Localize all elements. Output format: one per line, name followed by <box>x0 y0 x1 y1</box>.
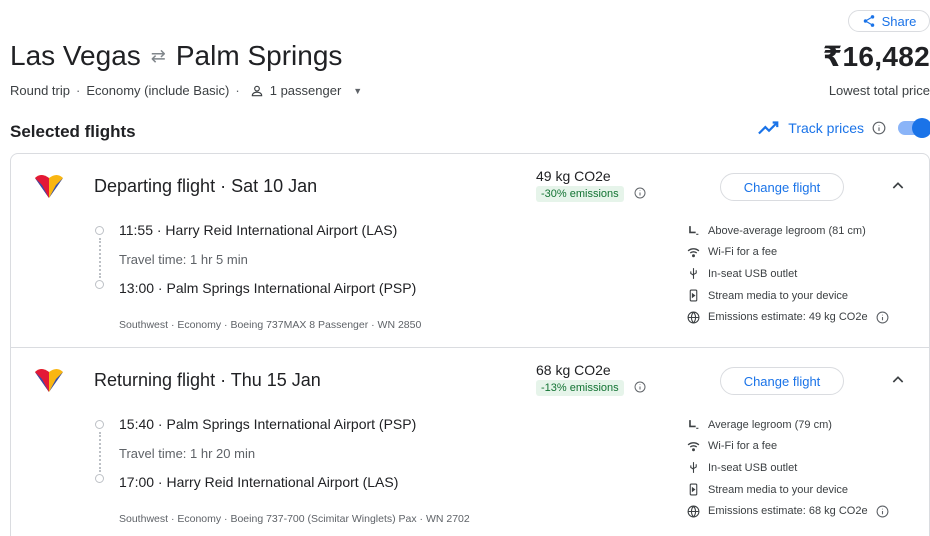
arrival-leg: 13:00 · Palm Springs International Airpo… <box>119 280 417 296</box>
emissions-badge: -13% emissions <box>536 380 624 396</box>
person-icon <box>251 85 262 96</box>
returning-flight-card: Returning flight · Thu 15 Jan 68 kg CO2e… <box>10 347 930 536</box>
co2-value: 68 kg CO2e <box>536 362 611 378</box>
departing-flight-card: Departing flight · Sat 10 Jan 49 kg CO2e… <box>10 153 930 348</box>
co2-value: 49 kg CO2e <box>536 168 611 184</box>
southwest-logo <box>35 175 63 198</box>
passenger-selector[interactable]: 1 passenger ▼ <box>246 83 362 98</box>
cabin-class: Economy (include Basic) <box>86 83 230 98</box>
stream-media-icon <box>689 483 698 496</box>
co2-block: 68 kg CO2e -13% emissions <box>536 362 646 396</box>
total-price: ₹16,482 <box>822 41 930 72</box>
amenity-emissions: Emissions estimate: 49 kg CO2e <box>687 306 889 328</box>
timeline-line <box>99 238 101 278</box>
destination-city: Palm Springs <box>175 40 343 71</box>
southwest-logo <box>35 369 63 392</box>
flight-details: Southwest · Economy · Boeing 737MAX 8 Pa… <box>119 319 422 331</box>
timeline-dot <box>95 226 104 235</box>
info-icon[interactable] <box>634 381 646 393</box>
trip-type: Round trip <box>10 83 70 98</box>
amenities-list: Above-average legroom (81 cm) Wi-Fi for … <box>687 220 889 328</box>
round-trip-arrow-icon: ⇄ <box>150 45 166 66</box>
trend-icon <box>758 121 779 135</box>
stream-media-icon <box>689 289 698 302</box>
amenity-legroom: Average legroom (79 cm) <box>687 414 889 436</box>
flight-details: Southwest · Economy · Boeing 737-700 (Sc… <box>119 513 470 525</box>
emissions-badge: -30% emissions <box>536 186 624 202</box>
usb-icon <box>690 462 697 474</box>
amenity-wifi: Wi-Fi for a fee <box>687 242 889 264</box>
wifi-icon <box>687 442 700 452</box>
chevron-up-icon[interactable] <box>890 372 906 388</box>
co2-block: 49 kg CO2e -30% emissions <box>536 168 646 202</box>
amenity-usb: In-seat USB outlet <box>687 457 889 479</box>
arrival-leg: 17:00 · Harry Reid International Airport… <box>119 474 399 490</box>
track-prices[interactable]: Track prices <box>758 118 930 138</box>
timeline-line <box>99 432 101 472</box>
flight-heading: Returning flight · Thu 15 Jan <box>94 370 321 390</box>
dropdown-caret-icon: ▼ <box>353 85 363 96</box>
info-icon[interactable] <box>872 121 886 135</box>
track-prices-label: Track prices <box>788 120 864 136</box>
amenity-emissions: Emissions estimate: 68 kg CO2e <box>687 500 889 522</box>
info-icon[interactable] <box>876 311 889 324</box>
legroom-icon <box>689 226 699 236</box>
passenger-count: 1 passenger <box>269 83 342 98</box>
globe-icon <box>687 505 700 518</box>
share-label: Share <box>881 13 917 29</box>
origin-city: Las Vegas <box>10 40 141 71</box>
info-icon[interactable] <box>876 505 889 518</box>
info-icon[interactable] <box>634 187 646 199</box>
wifi-icon <box>687 248 700 258</box>
globe-icon <box>687 311 700 324</box>
change-flight-button[interactable]: Change flight <box>720 367 844 395</box>
amenity-stream-media: Stream media to your device <box>687 479 889 501</box>
share-button[interactable]: Share <box>848 10 930 32</box>
departure-leg: 15:40 · Palm Springs International Airpo… <box>119 416 417 432</box>
departure-leg: 11:55 · Harry Reid International Airport… <box>119 222 398 238</box>
price-label: Lowest total price <box>828 83 930 98</box>
timeline-dot <box>95 420 104 429</box>
legroom-icon <box>689 420 699 430</box>
section-title: Selected flights <box>10 122 136 141</box>
timeline-dot <box>95 474 104 483</box>
flight-heading: Departing flight · Sat 10 Jan <box>94 176 318 196</box>
usb-icon <box>690 268 697 280</box>
trip-meta: Round trip · Economy (include Basic) · 1… <box>10 83 363 98</box>
amenity-wifi: Wi-Fi for a fee <box>687 436 889 458</box>
travel-time: Travel time: 1 hr 20 min <box>119 446 256 461</box>
share-icon <box>863 15 874 27</box>
amenity-usb: In-seat USB outlet <box>687 263 889 285</box>
timeline-dot <box>95 280 104 289</box>
change-flight-button[interactable]: Change flight <box>720 173 844 201</box>
track-prices-toggle[interactable] <box>898 118 930 138</box>
route-title: Las Vegas ⇄ Palm Springs <box>10 40 342 72</box>
travel-time: Travel time: 1 hr 5 min <box>119 252 248 267</box>
amenities-list: Average legroom (79 cm) Wi-Fi for a fee … <box>687 414 889 522</box>
amenity-stream-media: Stream media to your device <box>687 285 889 307</box>
amenity-legroom: Above-average legroom (81 cm) <box>687 220 889 242</box>
chevron-up-icon[interactable] <box>890 178 906 194</box>
